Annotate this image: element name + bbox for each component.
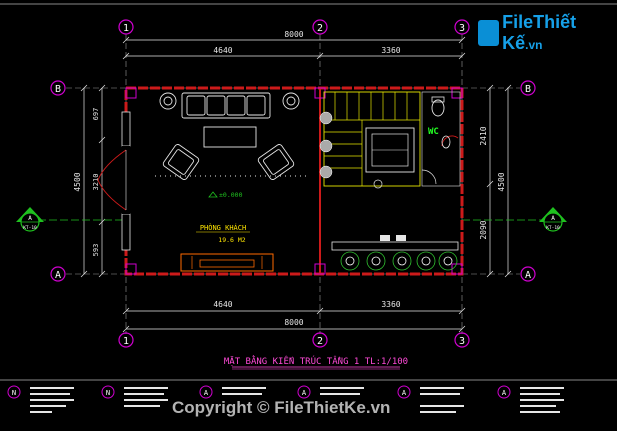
axis-label-right-A: A	[525, 270, 531, 281]
logo-suffix-text: .vn	[525, 38, 543, 52]
floor-plan-drawing: 1 2 3 1 2 3 B A B A 8000 4640 3360 4640 …	[0, 3, 617, 413]
legend-symbol-5: A	[402, 389, 407, 397]
axis-label-right-B: B	[525, 84, 531, 95]
dim-bottom-right: 3360	[381, 300, 400, 309]
section-sheet-left: KT-10	[23, 225, 37, 231]
dim-top-right: 3360	[381, 46, 400, 55]
axis-label-left-B: B	[55, 84, 61, 95]
wc-label: WC	[428, 127, 439, 137]
dim-right-top: 2410	[479, 126, 488, 145]
axis-label-bottom-1: 1	[123, 336, 129, 347]
level-value: ±0.000	[219, 191, 243, 199]
section-marker-right: A KT-10	[539, 207, 567, 232]
axis-label-bottom-2: 2	[317, 336, 323, 347]
filethietke-logo: FileThiết Kế.vn	[478, 12, 617, 54]
axis-label-top-1: 1	[123, 23, 129, 34]
kitchen-counter	[331, 235, 459, 251]
legend-symbol-3: A	[204, 389, 209, 397]
legend-symbol-4: A	[302, 389, 307, 397]
top-dimensions	[122, 36, 466, 60]
front-door	[97, 111, 131, 251]
left-axis-bubbles: B A	[50, 80, 66, 282]
section-sheet-right: KT-10	[546, 225, 560, 231]
grid-lines	[66, 34, 520, 334]
tv-counter	[180, 253, 274, 272]
drawing-title: MẶT BẰNG KIẾN TRÚC TẦNG 1 TL:1/100	[224, 355, 408, 367]
room-area: 19.6 M2	[218, 236, 245, 244]
logo-text: FileThiết Kế.vn	[502, 12, 617, 54]
logo-mark-icon	[478, 20, 500, 46]
planter-row	[340, 251, 458, 271]
dim-right-total: 4500	[497, 172, 506, 191]
dim-bottom-total: 8000	[284, 318, 303, 327]
section-letter-right: A	[551, 215, 555, 222]
section-letter-left: A	[28, 215, 32, 222]
dim-left-total: 4500	[73, 172, 82, 191]
legend-symbol-1: N	[12, 389, 16, 397]
axis-label-top-2: 2	[317, 23, 323, 34]
right-axis-bubbles: B A	[520, 80, 536, 282]
building-walls	[124, 86, 464, 276]
staircase	[319, 91, 421, 189]
dim-top-total: 8000	[284, 30, 303, 39]
legend-symbol-6: A	[502, 389, 507, 397]
dim-right-bot: 2090	[479, 220, 488, 239]
legend-symbol-2: N	[106, 389, 110, 397]
copyright-watermark: Copyright © FileThietKe.vn	[172, 398, 391, 417]
logo-main-text: File	[502, 12, 534, 32]
bottom-axis-bubbles: 1 2 3	[118, 332, 470, 348]
section-marker-left: A KT-10	[16, 207, 44, 232]
dim-bottom-left: 4640	[213, 300, 232, 309]
axis-label-left-A: A	[55, 270, 61, 281]
dim-left-top: 697	[92, 108, 100, 121]
wc-room	[421, 91, 461, 187]
level-marker: ±0.000	[208, 191, 243, 199]
living-room-furniture	[155, 92, 306, 180]
dim-left-bot: 593	[92, 244, 100, 257]
axis-label-bottom-3: 3	[459, 336, 465, 347]
dim-top-left: 4640	[213, 46, 232, 55]
axis-label-top-3: 3	[459, 23, 465, 34]
room-name: PHÒNG KHÁCH	[200, 223, 246, 232]
